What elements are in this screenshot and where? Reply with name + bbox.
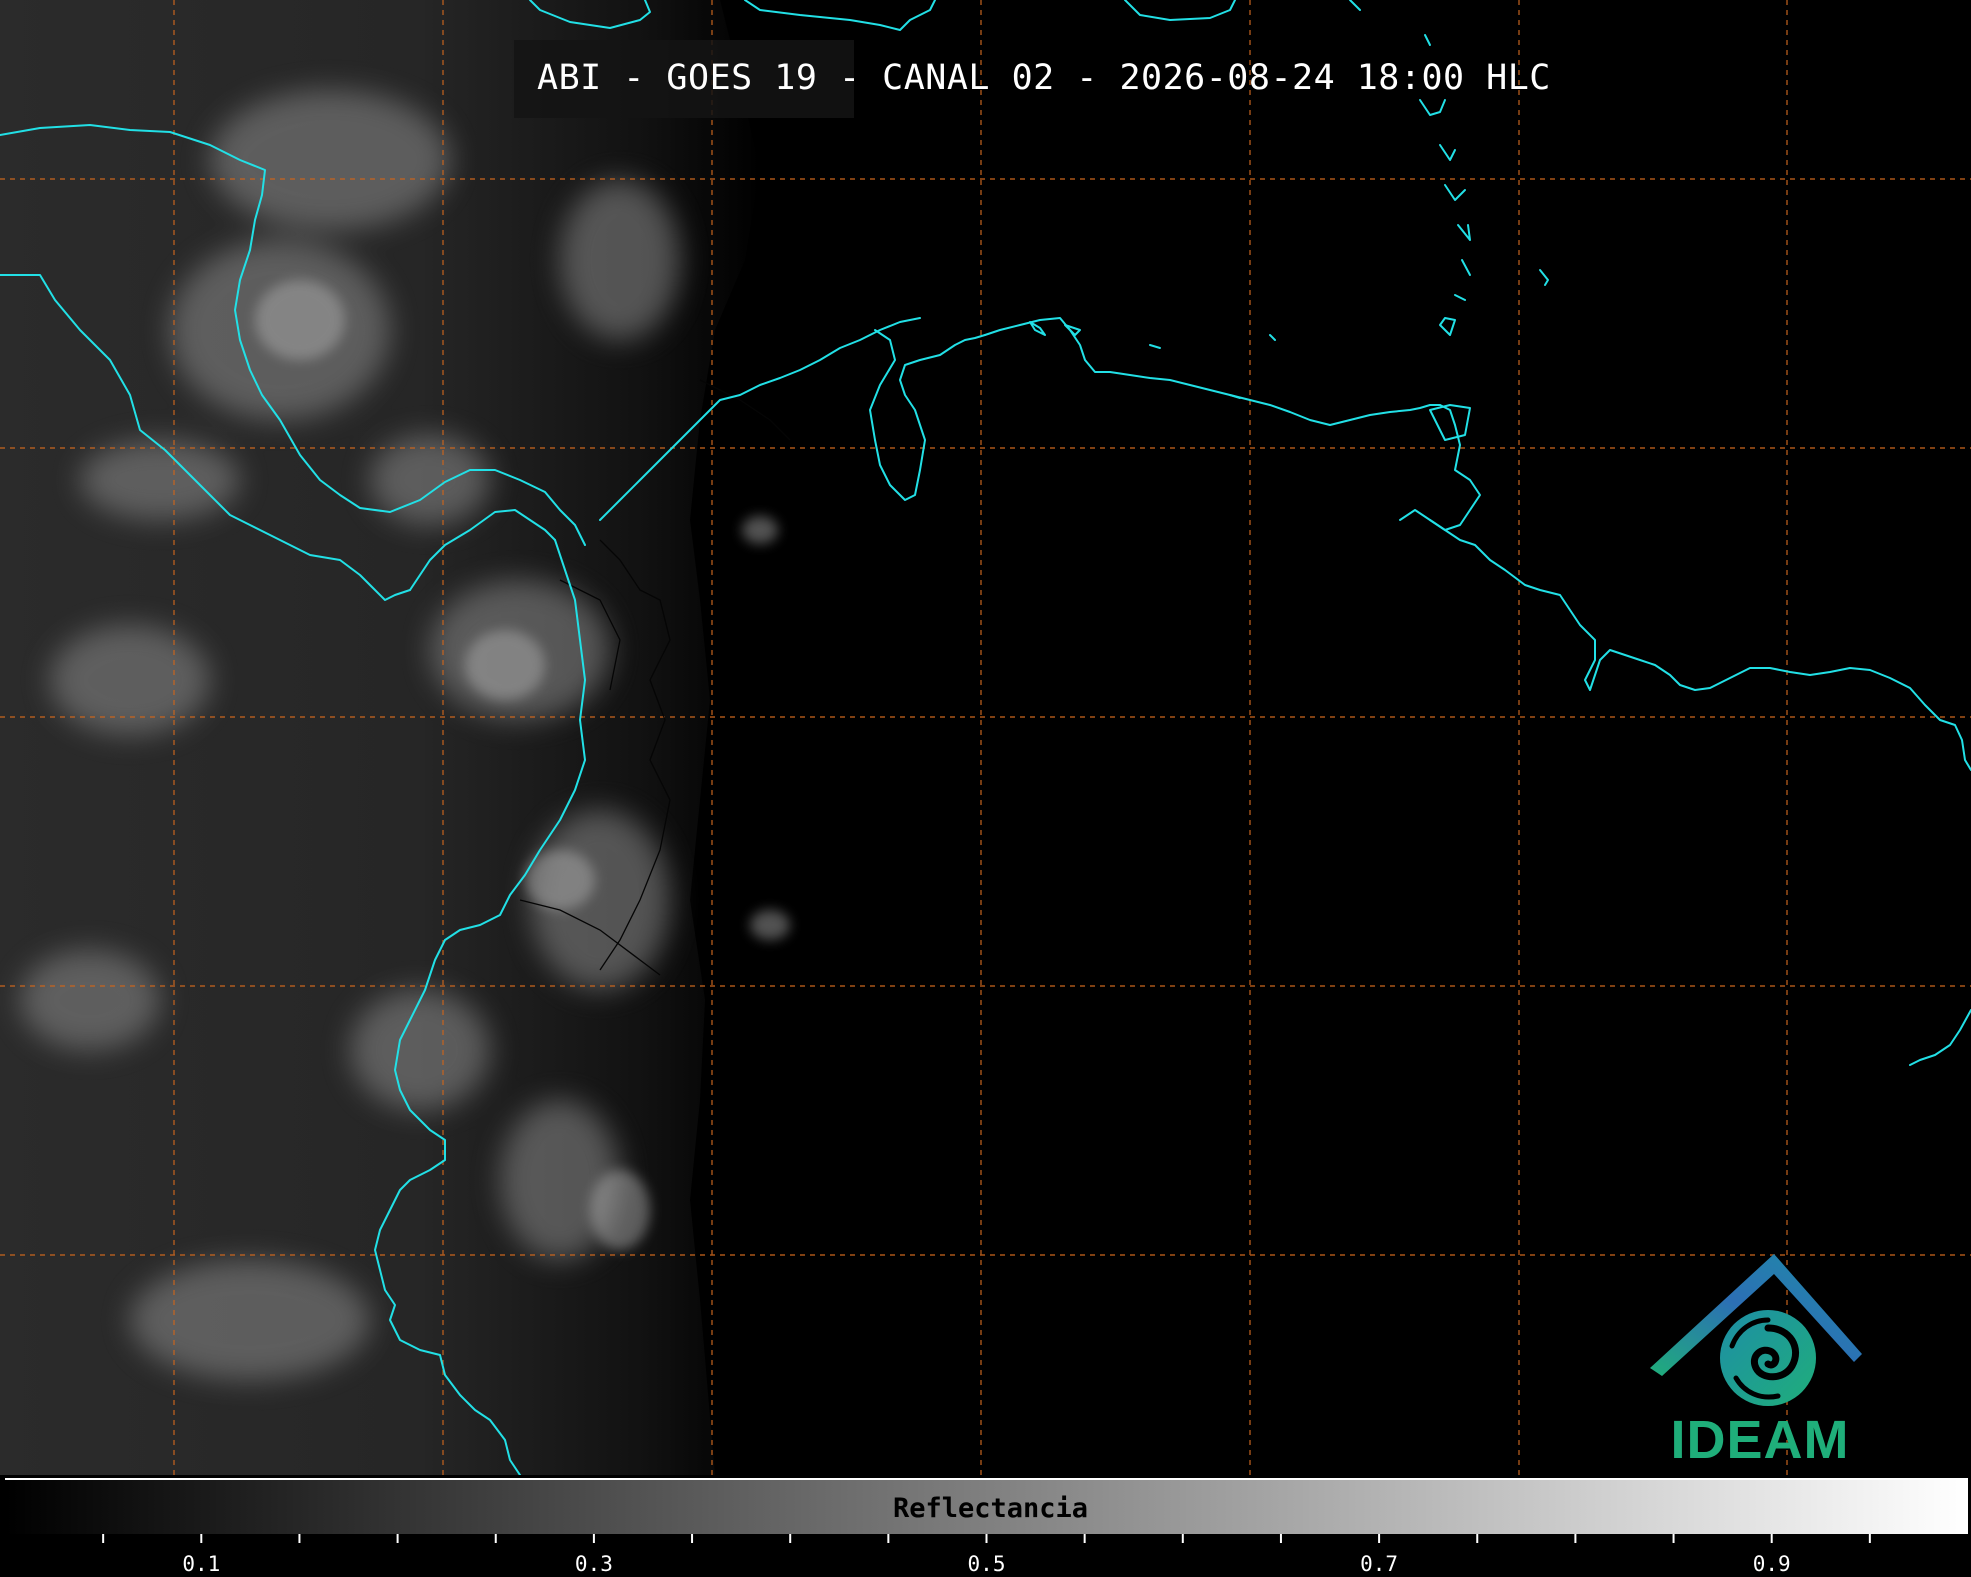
colorbar-tick-label: 0.9 <box>1752 1552 1791 1576</box>
colorbar: Reflectancia 0.1 0.3 0.5 0.7 0.9 <box>0 1476 1971 1577</box>
page-title: ABI - GOES 19 - CANAL 02 - 2026-08-24 18… <box>537 58 1551 98</box>
satellite-image-page: ABI - GOES 19 - CANAL 02 - 2026-08-24 18… <box>0 0 1971 1577</box>
ideam-logo: IDEAM <box>1640 1250 1880 1475</box>
ideam-logo-mark <box>1650 1254 1862 1406</box>
colorbar-tick-label: 0.1 <box>182 1552 221 1576</box>
colorbar-tick-label: 0.3 <box>574 1552 613 1576</box>
colorbar-label: Reflectancia <box>892 1493 1089 1524</box>
colorbar-tick-label: 0.5 <box>967 1552 1006 1576</box>
colorbar-tick-label: 0.7 <box>1360 1552 1399 1576</box>
colorbar-axis: 0.1 0.3 0.5 0.7 0.9 <box>0 1534 1971 1577</box>
ideam-logo-text: IDEAM <box>1670 1410 1850 1470</box>
colorbar-ramp: Reflectancia <box>5 1478 1968 1534</box>
